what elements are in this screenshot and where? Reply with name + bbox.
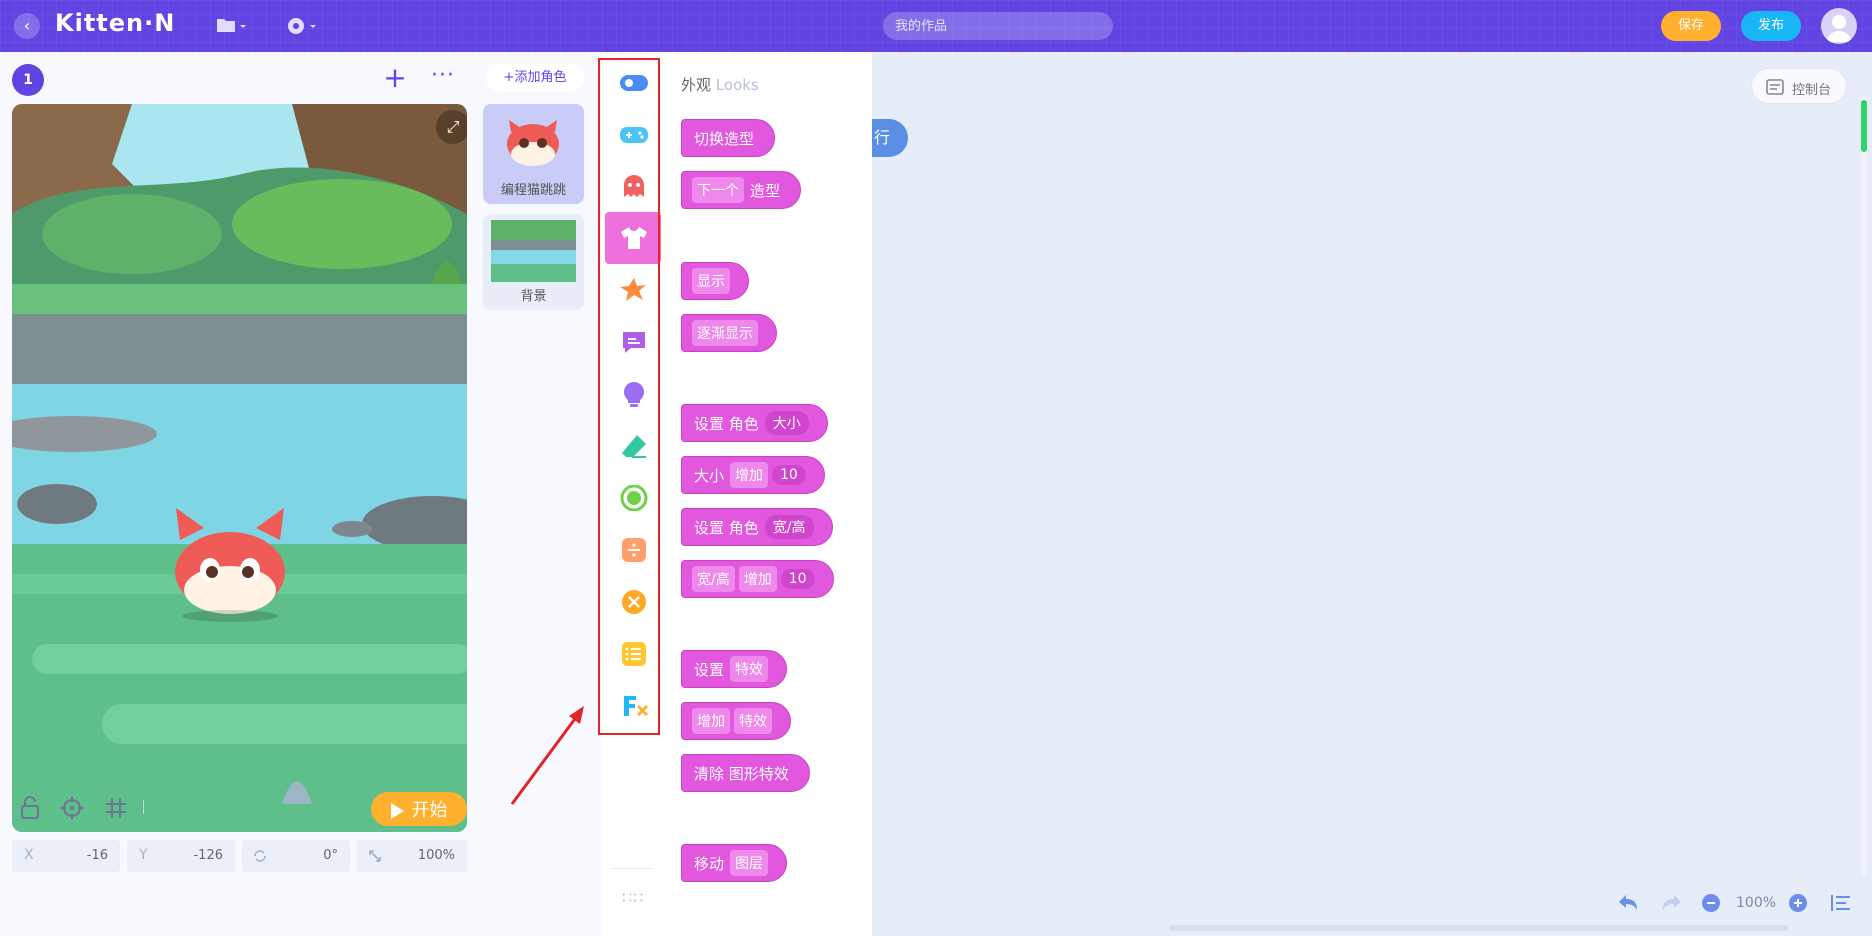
rotate-icon bbox=[254, 850, 266, 862]
gear-icon bbox=[288, 18, 316, 34]
folder-icon bbox=[217, 19, 246, 32]
rotation-field[interactable]: 0° bbox=[242, 840, 350, 872]
code-workspace[interactable] bbox=[872, 52, 1872, 936]
more-options-button[interactable]: ··· bbox=[428, 64, 458, 94]
resize-icon bbox=[369, 850, 381, 862]
top-bar: ‹ Kitten·N 保存 发布 bbox=[0, 0, 1872, 52]
save-button[interactable]: 保存 bbox=[1661, 11, 1721, 41]
block-add-effect[interactable]: 增加 特效 bbox=[681, 702, 791, 740]
y-coordinate-field[interactable]: Y -126 bbox=[127, 840, 235, 872]
background-thumbnail bbox=[491, 220, 576, 282]
palette-title: 外观 Looks bbox=[681, 76, 759, 94]
block-move-layer[interactable]: 移动 图层 bbox=[681, 844, 788, 882]
zoom-in-icon[interactable] bbox=[1789, 894, 1807, 912]
scene-number-badge[interactable]: 1 bbox=[12, 64, 44, 96]
scale-field[interactable]: 100% bbox=[357, 840, 467, 872]
block-switch-costume[interactable]: 切换造型 bbox=[681, 119, 776, 157]
block-clear-graphic-effects[interactable]: 清除 图形特效 bbox=[681, 754, 810, 792]
block-fade-in[interactable]: 逐渐显示 bbox=[681, 314, 777, 352]
block-size-increase[interactable]: 大小 增加 10 bbox=[681, 456, 825, 494]
vertical-scrollbar[interactable] bbox=[1861, 95, 1867, 877]
kitten-thumbnail bbox=[507, 120, 559, 166]
vertical-scrollbar-thumb[interactable] bbox=[1861, 100, 1867, 152]
crosshair-icon[interactable] bbox=[58, 794, 86, 822]
back-button[interactable]: ‹ bbox=[14, 13, 40, 39]
user-avatar[interactable] bbox=[1821, 8, 1857, 44]
stage-scene-image bbox=[12, 104, 467, 832]
toolbar-divider bbox=[143, 800, 144, 814]
console-button[interactable]: 控制台 bbox=[1751, 68, 1847, 104]
category-highlight-frame bbox=[598, 58, 660, 735]
sprite-card-jump-cat[interactable]: 编程猫跳跳 bbox=[483, 104, 584, 204]
settings-menu-button[interactable] bbox=[285, 14, 319, 38]
undo-icon[interactable] bbox=[1616, 891, 1640, 915]
block-set-role-size[interactable]: 设置 角色 大小 bbox=[681, 404, 828, 442]
zoom-level: 100% bbox=[1736, 895, 1777, 911]
works-search-input[interactable] bbox=[883, 12, 1113, 40]
lock-icon[interactable] bbox=[16, 794, 44, 822]
block-set-effect[interactable]: 设置 特效 bbox=[681, 650, 788, 688]
redo-icon[interactable] bbox=[1660, 891, 1684, 915]
add-role-button[interactable]: +添加角色 bbox=[486, 64, 584, 92]
fullscreen-button[interactable]: ⤢ bbox=[436, 110, 467, 144]
start-button[interactable]: 开始 bbox=[371, 792, 467, 826]
x-coordinate-field[interactable]: X -16 bbox=[12, 840, 120, 872]
console-icon bbox=[1766, 79, 1784, 95]
annotation-arrow bbox=[510, 706, 584, 805]
grip-dots-icon[interactable]: ∷∷ bbox=[622, 888, 644, 907]
publish-button[interactable]: 发布 bbox=[1741, 11, 1801, 41]
folder-menu-button[interactable] bbox=[214, 14, 248, 38]
grid-icon[interactable] bbox=[102, 794, 130, 822]
play-icon bbox=[390, 803, 404, 820]
sprite-card-background[interactable]: 背景 bbox=[483, 214, 584, 310]
category-divider bbox=[610, 868, 654, 869]
align-icon[interactable] bbox=[1830, 893, 1852, 913]
zoom-out-icon[interactable] bbox=[1702, 894, 1720, 912]
block-set-role-width-height[interactable]: 设置 角色 宽/高 bbox=[681, 508, 833, 546]
add-scene-button[interactable]: + bbox=[380, 64, 410, 94]
user-icon bbox=[1826, 15, 1852, 42]
block-show[interactable]: 显示 bbox=[681, 262, 749, 300]
block-width-height-increase[interactable]: 宽/高 增加 10 bbox=[681, 560, 834, 598]
block-next-costume[interactable]: 下一个 造型 bbox=[681, 171, 802, 209]
app-logo: Kitten·N bbox=[55, 9, 176, 37]
stage-canvas[interactable]: ⤢ bbox=[12, 104, 467, 832]
horizontal-scrollbar[interactable] bbox=[1169, 925, 1789, 931]
